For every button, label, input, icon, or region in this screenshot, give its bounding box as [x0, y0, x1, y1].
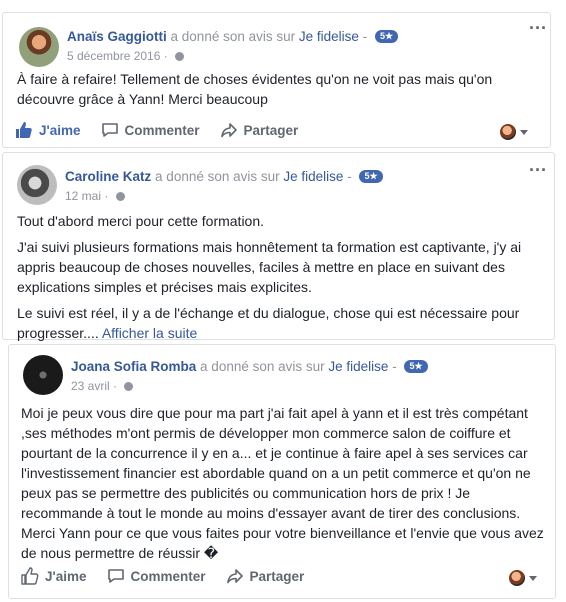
review-header: Joana Sofia Romba a donné son avis sur J…	[71, 359, 428, 374]
review-header: Anaïs Gaggiotti a donné son avis sur Je …	[67, 29, 399, 44]
post-meta: 5 décembre 2016 ·	[67, 49, 185, 63]
separator: -	[392, 359, 397, 374]
review-paragraph: À faire à refaire! Tellement de choses é…	[17, 71, 493, 107]
globe-icon	[124, 382, 134, 391]
review-card: Joana Sofia Romba a donné son avis sur J…	[8, 344, 556, 599]
review-paragraph: J'ai suivi plusieurs formations mais hon…	[17, 239, 522, 295]
avatar[interactable]	[17, 165, 57, 205]
review-paragraph-last: Le suivi est réel, il y a de l'échange e…	[17, 303, 541, 343]
see-more-link[interactable]: Afficher la suite	[102, 325, 197, 341]
meta-dot: ·	[113, 379, 118, 393]
rating-badge: 5★	[404, 360, 428, 373]
action-text: a donné son avis sur	[170, 29, 296, 44]
page-link[interactable]: Je fidelise	[283, 169, 343, 184]
share-label: Partager	[249, 568, 305, 584]
post-meta: 23 avril ·	[71, 379, 134, 393]
action-text: a donné son avis sur	[200, 359, 325, 374]
separator: -	[362, 29, 368, 44]
post-date[interactable]: 23 avril	[71, 379, 110, 393]
share-icon	[220, 123, 237, 138]
ellipsis-icon[interactable]: ···	[529, 19, 547, 37]
page-link[interactable]: Je fidelise	[328, 359, 388, 374]
review-paragraph-text: Le suivi est réel, il y a de l'échange e…	[17, 305, 520, 341]
like-label: J'aime	[39, 122, 81, 138]
action-bar: J'aime Commenter Partager	[21, 567, 324, 585]
comment-label: Commenter	[130, 568, 206, 584]
audience-selector[interactable]	[509, 570, 537, 586]
audience-selector[interactable]	[500, 124, 528, 140]
share-icon	[226, 569, 243, 584]
share-button[interactable]: Partager	[226, 567, 305, 585]
thumbs-up-icon	[16, 122, 32, 138]
rating-badge: 5★	[374, 30, 399, 43]
comment-icon	[101, 123, 118, 137]
thumbs-up-icon	[21, 567, 39, 585]
comment-icon	[107, 569, 124, 583]
page-link[interactable]: Je fidelise	[299, 29, 359, 44]
author-name[interactable]: Caroline Katz	[65, 169, 151, 184]
author-name[interactable]: Anaïs Gaggiotti	[67, 29, 167, 44]
share-button[interactable]: Partager	[220, 121, 299, 139]
like-button[interactable]: J'aime	[15, 121, 81, 139]
review-text: Moi je peux vous dire que pour ma part j…	[21, 403, 551, 569]
action-bar: J'aime Commenter Partager	[15, 121, 318, 139]
globe-icon	[175, 52, 185, 61]
ellipsis-icon[interactable]: ···	[529, 161, 547, 179]
review-card: Anaïs Gaggiotti a donné son avis sur Je …	[2, 12, 551, 148]
like-button[interactable]: J'aime	[21, 567, 87, 585]
author-name[interactable]: Joana Sofia Romba	[71, 359, 196, 374]
review-text: À faire à refaire! Tellement de choses é…	[17, 69, 517, 115]
review-card: Caroline Katz a donné son avis sur Je fi…	[2, 152, 555, 341]
separator: -	[347, 169, 352, 184]
rating-badge: 5★	[359, 170, 383, 183]
avatar[interactable]	[23, 355, 63, 395]
review-header: Caroline Katz a donné son avis sur Je fi…	[65, 169, 383, 184]
comment-button[interactable]: Commenter	[107, 567, 206, 585]
avatar[interactable]	[19, 27, 59, 67]
viewer-avatar	[509, 570, 525, 586]
globe-icon	[115, 192, 125, 201]
post-date[interactable]: 12 mai	[65, 189, 101, 203]
comment-label: Commenter	[124, 122, 200, 138]
review-paragraph: Tout d'abord merci pour cette formation.	[17, 213, 265, 229]
comment-button[interactable]: Commenter	[101, 121, 200, 139]
caret-down-icon	[529, 575, 537, 581]
action-text: a donné son avis sur	[155, 169, 280, 184]
caret-down-icon	[520, 129, 528, 135]
post-meta: 12 mai ·	[65, 189, 125, 203]
review-paragraph: Moi je peux vous dire que pour ma part j…	[21, 405, 544, 561]
meta-dot: ·	[163, 49, 168, 63]
like-label: J'aime	[45, 568, 87, 584]
viewer-avatar	[500, 124, 516, 140]
post-date[interactable]: 5 décembre 2016	[67, 49, 160, 63]
share-label: Partager	[243, 122, 299, 138]
meta-dot: ·	[104, 189, 109, 203]
review-text: Tout d'abord merci pour cette formation.…	[17, 211, 541, 349]
